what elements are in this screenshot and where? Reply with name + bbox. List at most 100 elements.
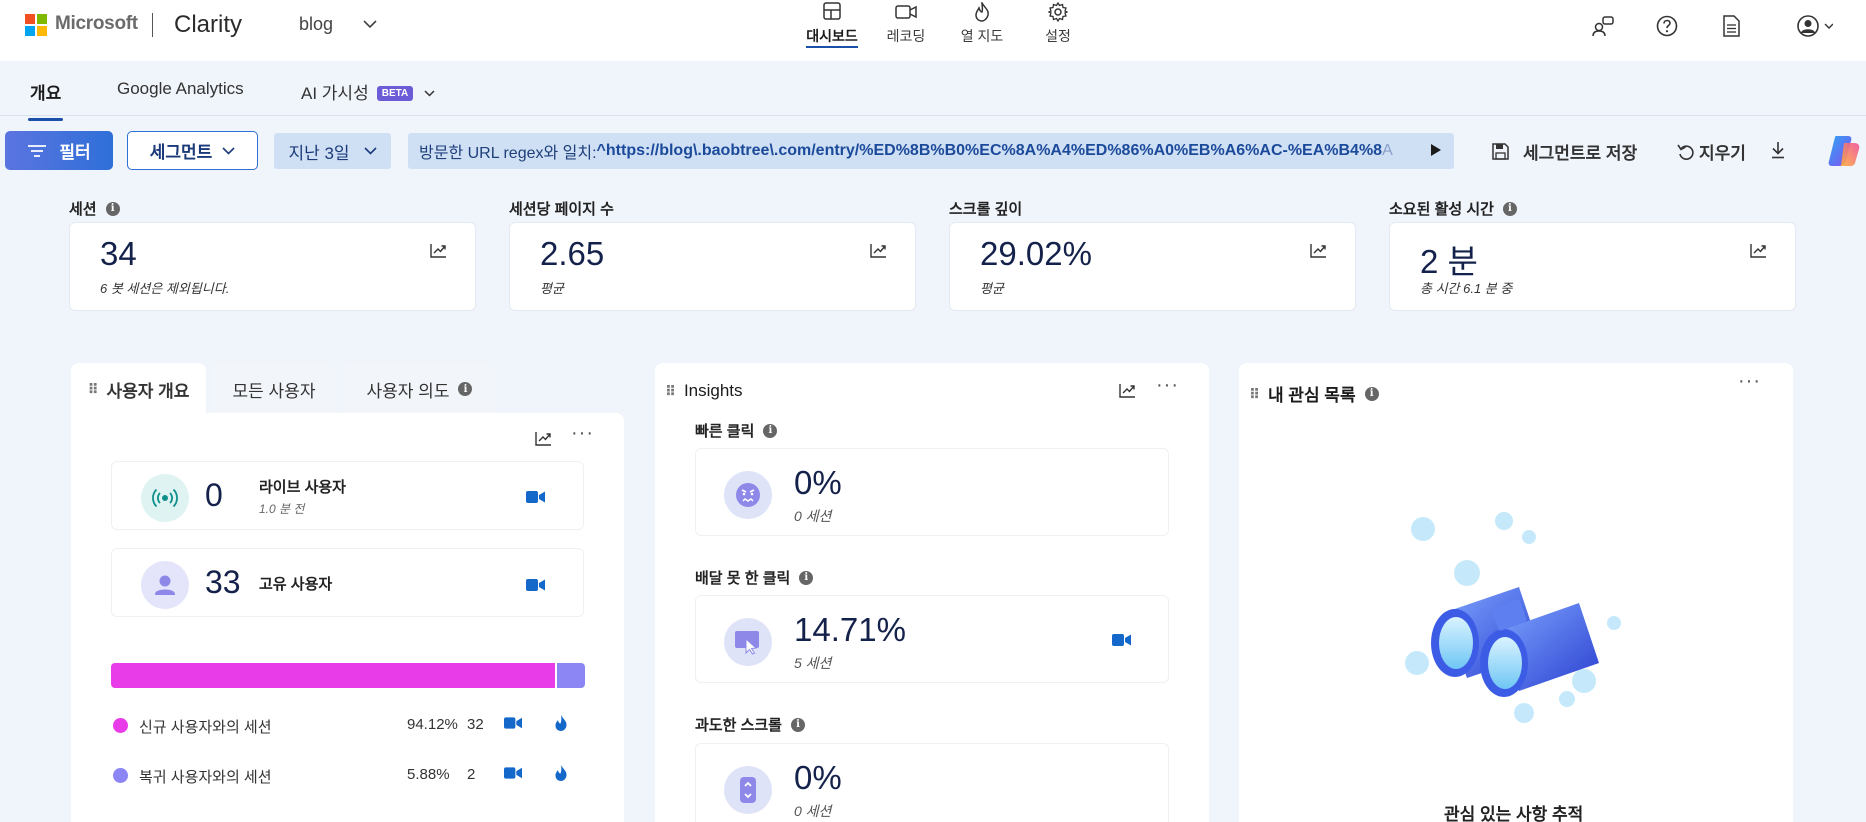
tab-all-users[interactable]: 모든 사용자 [213, 363, 335, 415]
scroll-icon [724, 766, 772, 814]
brand-divider [152, 13, 153, 37]
drag-handle-icon[interactable]: ⠿ [88, 382, 99, 396]
nav-recordings[interactable]: 레코딩 [868, 0, 944, 46]
drag-handle-icon[interactable]: ⠿ [1249, 387, 1260, 401]
more-options-icon[interactable]: ··· [571, 422, 594, 445]
trend-chart-icon[interactable] [1310, 243, 1327, 258]
document-icon[interactable] [1722, 15, 1740, 37]
segment-label: 세그먼트 [149, 143, 213, 162]
info-icon[interactable]: i [105, 201, 120, 216]
more-options-icon[interactable]: ··· [1738, 370, 1761, 393]
insight-value: 14.71% [794, 611, 906, 648]
more-options-icon[interactable]: ··· [1156, 374, 1179, 397]
insight-excessive-scroll-label: 과도한 스크롤 i [695, 714, 805, 735]
chevron-down-icon [222, 146, 235, 155]
account-menu[interactable] [1797, 14, 1834, 43]
video-camera-icon[interactable] [526, 490, 545, 504]
tab-label: 모든 사용자 [232, 381, 316, 401]
metric-subtext: 총 시간 6.1 분 중 [1420, 281, 1513, 296]
trend-chart-icon[interactable] [535, 431, 552, 446]
clear-filters-button[interactable]: 지우기 [1677, 139, 1746, 164]
trend-chart-icon[interactable] [1119, 383, 1136, 398]
url-filter-value: ^https://blog\.baobtree\.com/entry/%ED%8… [596, 142, 1383, 159]
video-icon [895, 5, 917, 19]
drag-handle-icon[interactable]: ⠿ [665, 384, 676, 398]
metric-label-text: 소요된 활성 시간 [1389, 201, 1494, 218]
heatmap-flame-icon[interactable] [554, 714, 568, 732]
insight-label: 과도한 스크롤 [695, 717, 782, 734]
nav-label: 설정 [1045, 28, 1071, 44]
main-nav: 대시보드 레코딩 열 지도 설정 [796, 0, 1096, 48]
legend-new-users: 신규 사용자와의 세션 94.12% 32 [113, 714, 583, 736]
legend-returning-users: 복귀 사용자와의 세션 5.88% 2 [113, 764, 583, 786]
url-filter-chip[interactable]: 방문한 URL regex와 일치: ^https://blog\.baobtr… [408, 133, 1454, 169]
tab-ai-visibility[interactable]: AI 가시성 BETA [301, 79, 435, 104]
insight-value: 0% [794, 464, 842, 501]
video-camera-icon[interactable] [504, 766, 522, 780]
returning-users-bar-segment[interactable] [557, 663, 585, 688]
tab-user-overview[interactable]: ⠿ 사용자 개요 [71, 363, 206, 415]
info-icon[interactable]: i [458, 382, 473, 396]
project-name: blog [299, 14, 334, 34]
beta-badge: BETA [376, 86, 414, 101]
chevron-down-icon [424, 90, 435, 97]
trend-chart-icon[interactable] [870, 243, 887, 258]
metric-label-text: 세션당 페이지 수 [509, 201, 614, 218]
trend-chart-icon[interactable] [1750, 243, 1767, 258]
copilot-icon[interactable] [1826, 133, 1862, 169]
nav-dashboard[interactable]: 대시보드 [796, 0, 868, 48]
info-icon[interactable]: i [790, 717, 805, 732]
user-avatar-icon [1797, 15, 1834, 37]
product-name[interactable]: Clarity [174, 11, 242, 39]
nav-settings[interactable]: 설정 [1020, 0, 1096, 46]
legend-percent: 5.88% [407, 766, 450, 783]
url-filter-prefix: 방문한 URL regex와 일치: [419, 145, 597, 162]
help-icon[interactable] [1656, 15, 1678, 37]
tab-label: 사용자 개요 [106, 381, 190, 401]
filter-lines-icon [28, 144, 47, 157]
video-camera-icon[interactable] [526, 578, 545, 592]
metric-subtext: 평균 [980, 281, 1004, 296]
heatmap-flame-icon[interactable] [554, 764, 568, 782]
legend-count: 2 [467, 766, 476, 783]
metric-label-text: 스크롤 깊이 [949, 201, 1023, 218]
nav-label: 레코딩 [886, 28, 926, 44]
dashboard-icon [823, 2, 841, 20]
legend-color-dot [113, 768, 128, 783]
filter-button[interactable]: 필터 [5, 131, 113, 170]
info-icon[interactable]: i [763, 423, 778, 438]
save-as-segment-label: 세그먼트로 저장 [1523, 144, 1638, 163]
download-icon[interactable] [1770, 141, 1786, 159]
tab-user-intent[interactable]: 사용자 의도 i [343, 363, 496, 415]
dead-click-icon [724, 618, 772, 666]
live-users-label: 라이브 사용자 [259, 479, 346, 496]
nav-heatmaps[interactable]: 열 지도 [944, 0, 1020, 46]
legend-label: 신규 사용자와의 세션 [139, 719, 272, 736]
metric-card-scroll-depth: 29.02% 평균 [949, 222, 1356, 311]
clear-filters-label: 지우기 [1699, 144, 1746, 163]
metric-subtext: 6 봇 세션은 제외됩니다. [100, 281, 230, 296]
chevron-right-icon [1431, 144, 1441, 156]
segment-dropdown[interactable]: 세그먼트 [127, 131, 258, 170]
people-icon[interactable] [1592, 15, 1614, 37]
save-as-segment-button[interactable]: 세그먼트로 저장 [1492, 139, 1637, 164]
insight-rage-clicks-card[interactable]: 0% 0 세션 [695, 448, 1169, 536]
info-icon[interactable]: i [1364, 386, 1379, 401]
project-selector[interactable]: blog [299, 14, 377, 35]
filter-button-label: 필터 [59, 143, 91, 162]
tab-google-analytics[interactable]: Google Analytics [117, 79, 244, 99]
tab-overview[interactable]: 개요 [27, 79, 64, 121]
insight-excessive-scroll-card[interactable]: 0% 0 세션 [695, 743, 1169, 822]
watchlist-empty-caption: 관심 있는 사항 추적 [1444, 805, 1584, 822]
video-camera-icon[interactable] [1112, 633, 1131, 647]
video-camera-icon[interactable] [504, 716, 522, 730]
new-users-bar-segment[interactable] [111, 663, 555, 688]
insight-dead-clicks-card[interactable]: 14.71% 5 세션 [695, 595, 1169, 683]
legend-count: 32 [467, 716, 484, 733]
nav-label: 대시보드 [806, 28, 858, 48]
info-icon[interactable]: i [1502, 201, 1517, 216]
info-icon[interactable]: i [799, 570, 814, 585]
trend-chart-icon[interactable] [430, 243, 447, 258]
date-range-dropdown[interactable]: 지난 3일 [274, 133, 391, 169]
unique-users-count: 33 [205, 564, 241, 600]
